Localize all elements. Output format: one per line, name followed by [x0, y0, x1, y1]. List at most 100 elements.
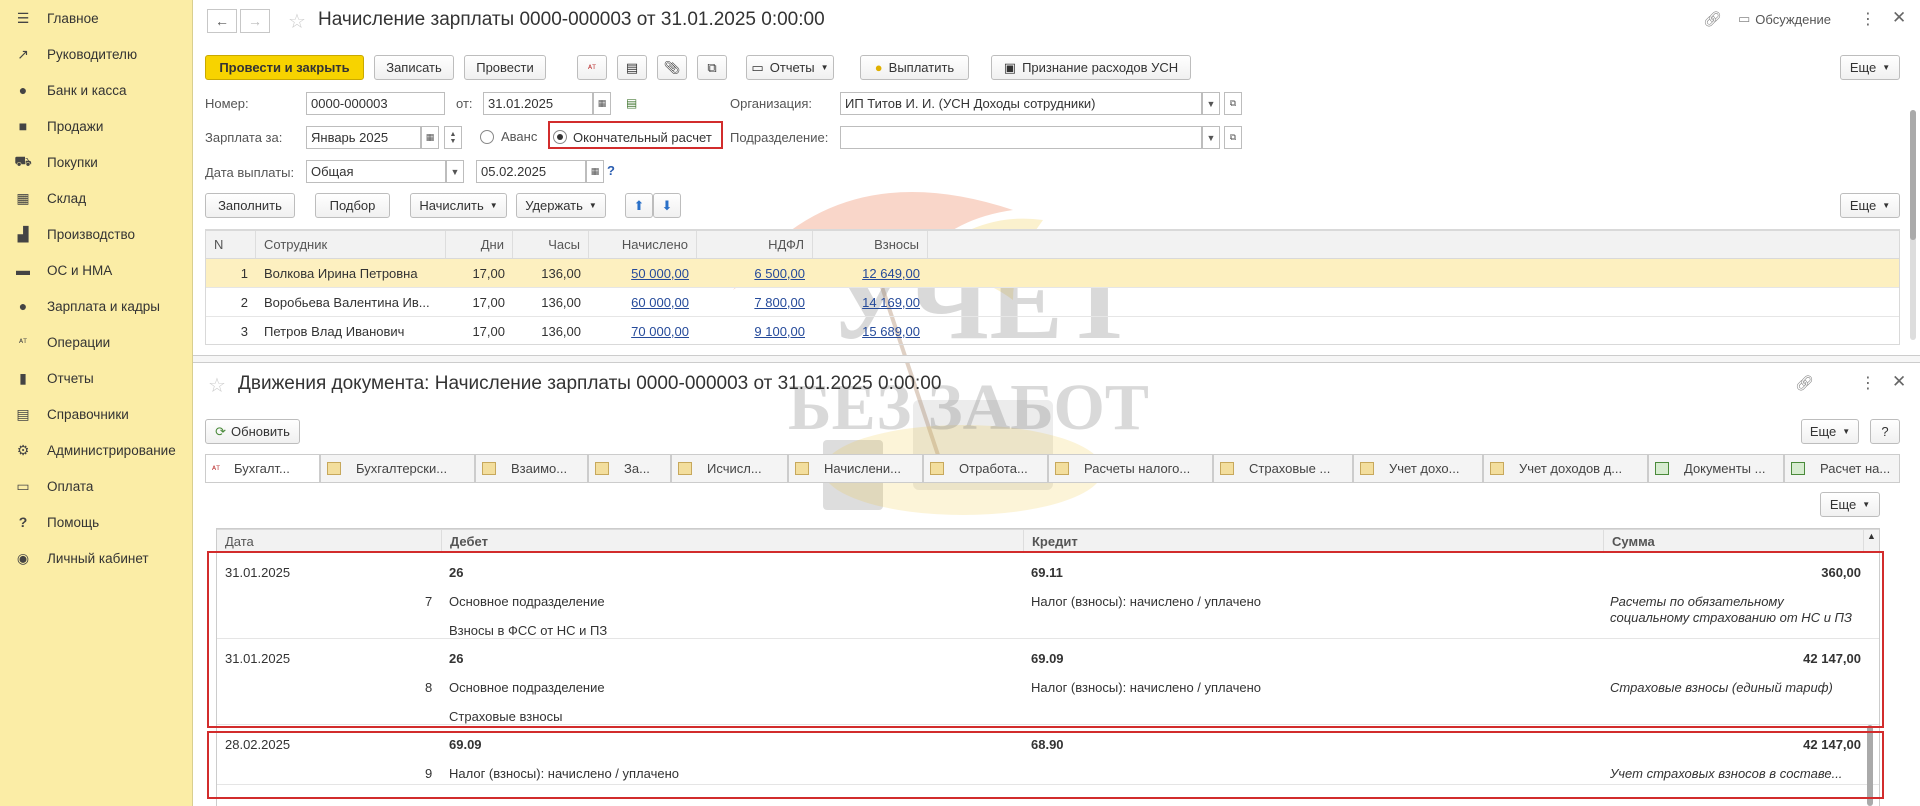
- period-stepper[interactable]: ▲ ▼: [444, 126, 462, 149]
- calendar-icon[interactable]: ▦: [593, 92, 611, 115]
- close-icon[interactable]: ✕: [1892, 8, 1906, 28]
- calendar-icon[interactable]: ▦: [421, 126, 439, 149]
- tab-register-12[interactable]: Расчет на...: [1784, 454, 1900, 482]
- withhold-button[interactable]: Удержать ▼: [516, 193, 606, 218]
- number-field[interactable]: 0000-000003: [306, 92, 445, 115]
- accrued-link[interactable]: 60 000,00: [631, 295, 689, 310]
- tab-register-4[interactable]: Исчисл...: [671, 454, 788, 482]
- kebab-menu-icon[interactable]: ⋮: [1860, 373, 1876, 393]
- pay-type-field[interactable]: Общая: [306, 160, 446, 183]
- date-field[interactable]: 31.01.2025: [483, 92, 593, 115]
- open-icon[interactable]: ⧉: [1224, 126, 1242, 149]
- col-sum[interactable]: Сумма: [1604, 530, 1864, 552]
- favorite-star-icon[interactable]: ☆: [208, 373, 226, 398]
- close-icon[interactable]: ✕: [1892, 372, 1906, 392]
- move-up-button[interactable]: ⬆: [625, 193, 653, 218]
- sort-up-icon[interactable]: ▲: [1867, 531, 1876, 541]
- movements-more-button[interactable]: Еще ▼: [1801, 419, 1859, 444]
- move-down-button[interactable]: ⬇: [653, 193, 681, 218]
- usn-expenses-button[interactable]: ▣ Признание расходов УСН: [991, 55, 1191, 80]
- organization-field[interactable]: ИП Титов И. И. (УСН Доходы сотрудники): [840, 92, 1202, 115]
- calendar-icon[interactable]: ▦: [586, 160, 604, 183]
- salary-period-field[interactable]: Январь 2025: [306, 126, 421, 149]
- open-icon[interactable]: ⧉: [1224, 92, 1242, 115]
- col-credit[interactable]: Кредит: [1024, 530, 1604, 552]
- col-hours[interactable]: Часы: [513, 231, 589, 258]
- tab-register-9[interactable]: Учет дохо...: [1353, 454, 1483, 482]
- col-ndfl[interactable]: НДФЛ: [697, 231, 813, 258]
- sidebar-item-main[interactable]: ☰ Главное: [0, 3, 193, 33]
- link-icon[interactable]: 🔗︎: [1703, 10, 1722, 28]
- sidebar-item-warehouse[interactable]: ▦ Склад: [0, 183, 193, 213]
- sidebar-item-purchases[interactable]: ⛟ Покупки: [0, 147, 193, 177]
- sidebar-item-operations[interactable]: ᴬᵀ Операции: [0, 327, 193, 357]
- tab-register-8[interactable]: Страховые ...: [1213, 454, 1353, 482]
- table-row[interactable]: 3 Петров Влад Иванович 17,00 136,00 70 0…: [206, 317, 1899, 344]
- fill-button[interactable]: Заполнить: [205, 193, 295, 218]
- post-button[interactable]: Провести: [464, 55, 546, 80]
- ndfl-link[interactable]: 9 100,00: [754, 324, 805, 339]
- table-row[interactable]: 2 Воробьева Валентина Ив... 17,00 136,00…: [206, 288, 1899, 317]
- sidebar-item-production[interactable]: ▟ Производство: [0, 219, 193, 249]
- sidebar-item-bank[interactable]: ● Банк и касса: [0, 75, 193, 105]
- inner-more-button[interactable]: Еще ▼: [1820, 492, 1880, 517]
- sidebar-item-admin[interactable]: ⚙ Администрирование: [0, 435, 193, 465]
- col-accrued[interactable]: Начислено: [589, 231, 697, 258]
- chevron-down-icon[interactable]: ▼: [1202, 126, 1220, 149]
- accrued-link[interactable]: 50 000,00: [631, 266, 689, 281]
- forward-button[interactable]: →: [240, 9, 270, 33]
- sidebar-item-reports[interactable]: ▮ Отчеты: [0, 363, 193, 393]
- discuss-button[interactable]: ▭ Обсуждение: [1738, 11, 1831, 27]
- sidebar-item-help[interactable]: ? Помощь: [0, 507, 193, 537]
- reports-button[interactable]: ▭ Отчеты ▼: [746, 55, 834, 80]
- attach-button[interactable]: 📎︎: [657, 55, 687, 80]
- col-days[interactable]: Дни: [446, 231, 513, 258]
- division-field[interactable]: [840, 126, 1202, 149]
- sidebar-item-catalogs[interactable]: ▤ Справочники: [0, 399, 193, 429]
- table-row[interactable]: 1 Волкова Ирина Петровна 17,00 136,00 50…: [206, 259, 1899, 288]
- sidebar-item-account[interactable]: ◉ Личный кабинет: [0, 543, 193, 573]
- tab-register-10[interactable]: Учет доходов д...: [1483, 454, 1648, 482]
- dtkt-button[interactable]: ᴬᵀ: [577, 55, 607, 80]
- calculator-button[interactable]: ▤: [617, 55, 647, 80]
- ndfl-link[interactable]: 7 800,00: [754, 295, 805, 310]
- save-button[interactable]: Записать: [374, 55, 454, 80]
- contrib-link[interactable]: 14 169,00: [862, 295, 920, 310]
- grid-more-button[interactable]: Еще ▼: [1840, 193, 1900, 218]
- link-icon[interactable]: 🔗︎: [1795, 374, 1814, 392]
- tab-register-1[interactable]: Бухгалтерски...: [320, 454, 475, 482]
- tab-register-11[interactable]: Документы ...: [1648, 454, 1784, 482]
- structure-button[interactable]: ⧉: [697, 55, 727, 80]
- kebab-menu-icon[interactable]: ⋮: [1860, 9, 1876, 29]
- pay-button[interactable]: ● Выплатить: [860, 55, 969, 80]
- tab-register-5[interactable]: Начислени...: [788, 454, 923, 482]
- tab-register-6[interactable]: Отработа...: [923, 454, 1048, 482]
- accrued-link[interactable]: 70 000,00: [631, 324, 689, 339]
- help-button[interactable]: ?: [1870, 419, 1900, 444]
- contrib-link[interactable]: 12 649,00: [862, 266, 920, 281]
- scrollbar-thumb[interactable]: [1910, 110, 1916, 240]
- sidebar-item-salary[interactable]: ● Зарплата и кадры: [0, 291, 193, 321]
- advance-radio[interactable]: [480, 130, 494, 144]
- tab-register-2[interactable]: Взаимо...: [475, 454, 588, 482]
- col-n[interactable]: N: [206, 231, 256, 258]
- scrollbar[interactable]: [1910, 110, 1916, 340]
- chevron-down-icon[interactable]: ▼: [446, 160, 464, 183]
- tab-register-3[interactable]: За...: [588, 454, 671, 482]
- splitter[interactable]: [193, 355, 1920, 363]
- tab-register-0[interactable]: ᴬᵀ Бухгалт...: [205, 454, 320, 482]
- contrib-link[interactable]: 15 689,00: [862, 324, 920, 339]
- col-debit[interactable]: Дебет: [442, 530, 1024, 552]
- sidebar-item-manager[interactable]: ↗ Руководителю: [0, 39, 193, 69]
- sidebar-item-payment[interactable]: ▭ Оплата: [0, 471, 193, 501]
- col-contrib[interactable]: Взносы: [813, 231, 928, 258]
- post-and-close-button[interactable]: Провести и закрыть: [205, 55, 364, 80]
- sidebar-item-assets[interactable]: ▬ ОС и НМА: [0, 255, 193, 285]
- sidebar-item-sales[interactable]: ■ Продажи: [0, 111, 193, 141]
- accrue-button[interactable]: Начислить ▼: [410, 193, 507, 218]
- ndfl-link[interactable]: 6 500,00: [754, 266, 805, 281]
- back-button[interactable]: ←: [207, 9, 237, 33]
- chevron-down-icon[interactable]: ▼: [1202, 92, 1220, 115]
- more-button[interactable]: Еще ▼: [1840, 55, 1900, 80]
- col-date[interactable]: Дата: [217, 530, 442, 552]
